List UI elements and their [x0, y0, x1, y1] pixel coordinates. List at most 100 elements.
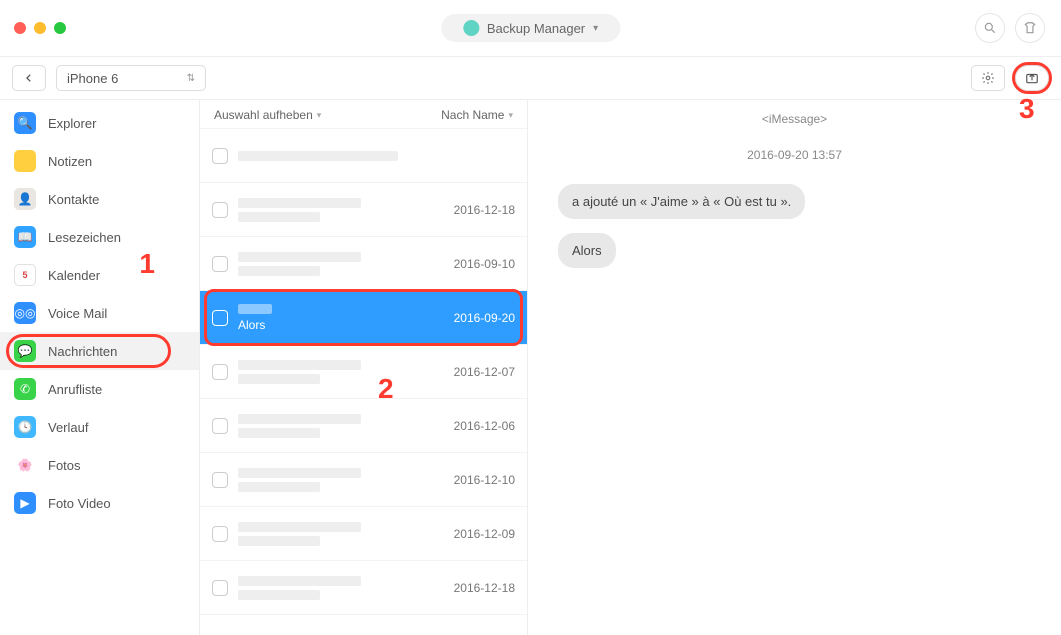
updown-icon: ⇅ — [187, 73, 195, 84]
main-content: 🔍 Explorer Notizen 👤 Kontakte 📖 Lesezeichen… — [0, 100, 1061, 635]
toolbar: iPhone 6 ⇅ 3 — [0, 56, 1061, 100]
sidebar-item-anrufliste[interactable]: ✆ Anrufliste — [0, 370, 199, 408]
list-item[interactable] — [200, 129, 527, 183]
fullscreen-window-button[interactable] — [54, 22, 66, 34]
list-item-selected[interactable]: Alors 2016-09-20 — [200, 291, 527, 345]
backup-manager-icon — [463, 20, 479, 36]
sidebar-item-kalender[interactable]: 5Kalender1 — [0, 256, 199, 294]
shop-button[interactable] — [1015, 13, 1045, 43]
back-button[interactable] — [12, 65, 46, 91]
row-checkbox[interactable] — [212, 310, 228, 326]
row-checkbox[interactable] — [212, 364, 228, 380]
device-name: iPhone 6 — [67, 71, 118, 86]
annotation-2: 2 — [378, 373, 394, 405]
message-bubble: Alors — [558, 233, 616, 268]
message-detail: <iMessage> 2016-09-20 13:57 a ajouté un … — [528, 100, 1061, 635]
list-item[interactable]: 2016-09-10 — [200, 237, 527, 291]
sidebar-item-lesezeichen[interactable]: 📖 Lesezeichen — [0, 218, 199, 256]
row-date: 2016-12-18 — [454, 581, 515, 595]
bookmark-icon: 📖 — [14, 226, 36, 248]
detail-timestamp: 2016-09-20 13:57 — [747, 148, 842, 162]
row-date: 2016-09-10 — [454, 257, 515, 271]
sidebar-item-label: Fotos — [48, 458, 81, 473]
contacts-icon: 👤 — [14, 188, 36, 210]
sidebar-item-label: Anrufliste — [48, 382, 102, 397]
list-item[interactable]: 2016-12-09 — [200, 507, 527, 561]
phone-icon: ✆ — [14, 378, 36, 400]
sidebar-item-label: Explorer — [48, 116, 96, 131]
row-date: 2016-09-20 — [454, 311, 515, 325]
sidebar-item-label: Foto Video — [48, 496, 111, 511]
chevron-down-icon: ▾ — [317, 110, 322, 121]
row-checkbox[interactable] — [212, 472, 228, 488]
mode-selector[interactable]: Backup Manager ▾ — [441, 14, 620, 42]
deselect-all-button[interactable]: Auswahl aufheben▾ — [214, 108, 321, 122]
sidebar-item-label: Lesezeichen — [48, 230, 121, 245]
sidebar-item-voicemail[interactable]: ◎◎ Voice Mail — [0, 294, 199, 332]
list-item[interactable]: 2016-12-06 — [200, 399, 527, 453]
chevron-down-icon: ▾ — [508, 110, 513, 121]
video-icon: ▶ — [14, 492, 36, 514]
row-date: 2016-12-06 — [454, 419, 515, 433]
search-button[interactable] — [975, 13, 1005, 43]
row-checkbox[interactable] — [212, 256, 228, 272]
sidebar-item-label: Voice Mail — [48, 306, 107, 321]
search-icon — [983, 21, 997, 35]
list-item[interactable]: 2016-12-18 — [200, 183, 527, 237]
sidebar-item-fotos[interactable]: 🌸 Fotos — [0, 446, 199, 484]
sidebar-item-label: Notizen — [48, 154, 92, 169]
row-date: 2016-12-18 — [454, 203, 515, 217]
mode-label: Backup Manager — [487, 21, 585, 36]
row-checkbox[interactable] — [212, 202, 228, 218]
annotation-3: 3 — [1019, 93, 1035, 125]
export-icon — [1024, 71, 1040, 85]
sidebar-item-label: Nachrichten — [48, 344, 117, 359]
sort-button[interactable]: Nach Name▾ — [441, 108, 513, 122]
annotation-1: 1 — [139, 248, 155, 280]
list-header: Auswahl aufheben▾ Nach Name▾ — [200, 100, 527, 129]
list-item[interactable]: 2016-12-10 — [200, 453, 527, 507]
sidebar-item-label: Verlauf — [48, 420, 88, 435]
row-preview: Alors — [238, 318, 444, 332]
sidebar-item-notizen[interactable]: Notizen — [0, 142, 199, 180]
settings-button[interactable] — [971, 65, 1005, 91]
message-bubble: a ajouté un « J'aime » à « Où est tu ». — [558, 184, 805, 219]
row-date: 2016-12-10 — [454, 473, 515, 487]
voicemail-icon: ◎◎ — [14, 302, 36, 324]
row-date: 2016-12-07 — [454, 365, 515, 379]
messages-icon: 💬 — [14, 340, 36, 362]
channel-label: <iMessage> — [762, 112, 827, 126]
close-window-button[interactable] — [14, 22, 26, 34]
sidebar-item-label: Kontakte — [48, 192, 99, 207]
minimize-window-button[interactable] — [34, 22, 46, 34]
gear-icon — [981, 71, 995, 85]
calendar-icon: 5 — [14, 264, 36, 286]
row-checkbox[interactable] — [212, 148, 228, 164]
row-date: 2016-12-09 — [454, 527, 515, 541]
device-selector[interactable]: iPhone 6 ⇅ — [56, 65, 206, 91]
sidebar-item-fotovideo[interactable]: ▶ Foto Video — [0, 484, 199, 522]
list-item[interactable]: 2016-12-07 — [200, 345, 527, 399]
row-checkbox[interactable] — [212, 580, 228, 596]
sidebar-item-kontakte[interactable]: 👤 Kontakte — [0, 180, 199, 218]
magnifier-icon: 🔍 — [14, 112, 36, 134]
list-item[interactable]: 2016-12-18 — [200, 561, 527, 615]
history-icon: 🕓 — [14, 416, 36, 438]
sidebar-item-explorer[interactable]: 🔍 Explorer — [0, 104, 199, 142]
export-button[interactable] — [1015, 65, 1049, 91]
sidebar-item-nachrichten[interactable]: 💬 Nachrichten — [0, 332, 199, 370]
row-checkbox[interactable] — [212, 418, 228, 434]
tshirt-icon — [1023, 21, 1037, 35]
window-controls — [14, 22, 66, 34]
notes-icon — [14, 150, 36, 172]
photos-icon: 🌸 — [14, 454, 36, 476]
sidebar-item-label: Kalender — [48, 268, 100, 283]
chevron-left-icon — [24, 73, 34, 83]
sidebar-item-verlauf[interactable]: 🕓 Verlauf — [0, 408, 199, 446]
message-list: Auswahl aufheben▾ Nach Name▾ 2 2016-12-1… — [200, 100, 528, 635]
titlebar: Backup Manager ▾ — [0, 0, 1061, 56]
list-rows: 2 2016-12-18 2016-09-10 Alors2016-09-20 … — [200, 129, 527, 615]
chevron-down-icon: ▾ — [593, 23, 598, 34]
sidebar: 🔍 Explorer Notizen 👤 Kontakte 📖 Lesezeichen… — [0, 100, 200, 635]
row-checkbox[interactable] — [212, 526, 228, 542]
